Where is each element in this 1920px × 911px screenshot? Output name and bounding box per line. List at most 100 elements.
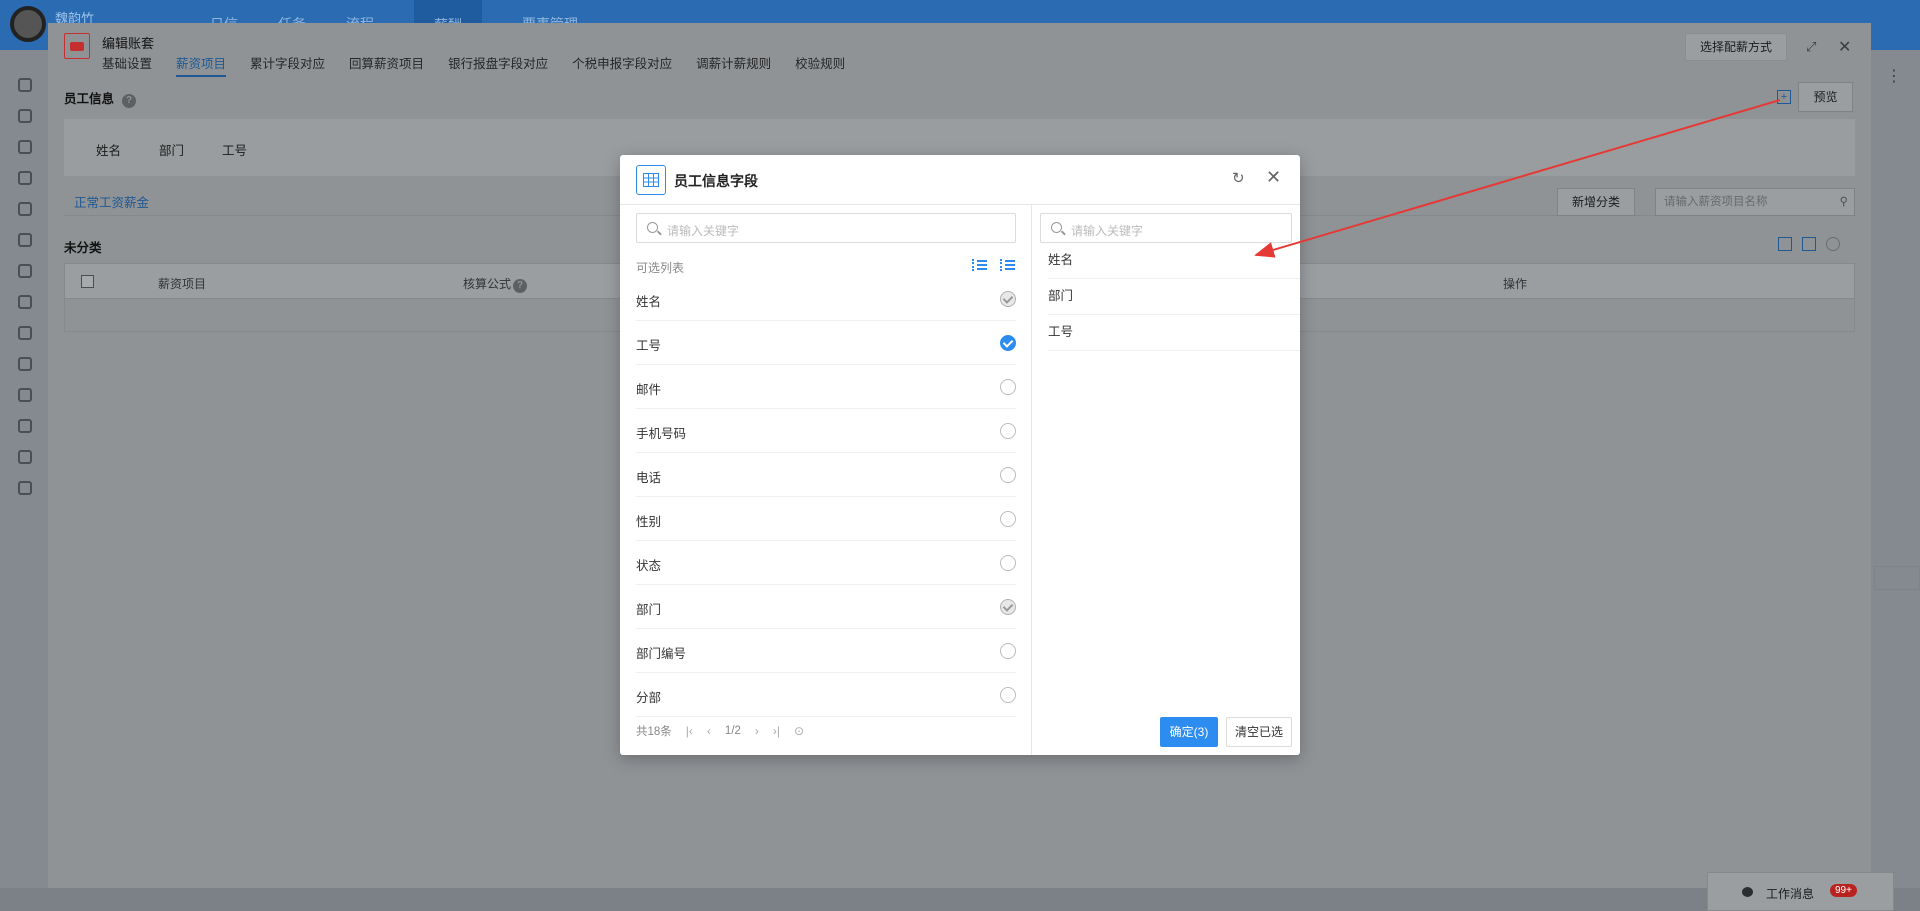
sidebar-icon[interactable] [18,264,32,278]
preview-button[interactable]: 预览 [1798,82,1853,112]
chat-label: 工作消息 [1766,887,1815,901]
group-tools [1778,237,1840,251]
list-item-label: 部门 [636,603,662,617]
side-button[interactable] [1874,566,1920,590]
item-radio-check[interactable] [1000,335,1016,351]
list-item[interactable]: 电话 [636,453,1016,497]
list-item-label: 工号 [636,339,662,353]
total-count: 共18条 [636,726,672,738]
salary-item-search[interactable]: 请输入薪资项目名称 ⚲ [1655,188,1855,216]
item-radio-check[interactable] [1000,291,1016,307]
new-category-button[interactable]: 新增分类 [1557,188,1636,216]
page-indicator: 1/2 [724,725,741,737]
col-salary-item: 薪资项目 [158,277,207,291]
sidebar-icon[interactable] [18,481,32,495]
item-radio-check[interactable] [1000,379,1016,395]
employee-column: 工号 [222,144,248,158]
col-formula: 核算公式? [463,275,528,293]
refresh-icon[interactable]: ↻ [1232,169,1245,187]
item-radio-check[interactable] [1000,643,1016,659]
item-radio-check[interactable] [1000,555,1016,571]
list-item[interactable]: 状态 [636,541,1016,585]
list-item[interactable]: 部门编号 [636,629,1016,673]
sidebar-icon[interactable] [18,171,32,185]
prev-page-icon[interactable]: ‹ [707,724,711,738]
expand-icon[interactable]: ⤢ [1806,39,1816,55]
sidebar-icon[interactable] [18,450,32,464]
sidebar-icon[interactable] [18,388,32,402]
collapse-icon[interactable] [1826,237,1840,251]
available-list-pane: 请输入关键字 可选列表 姓名 工号 邮件 手机号码 电话 性别 状态 部门 部门编号 分部 共18… [620,205,1032,755]
last-page-icon[interactable]: ›| [773,724,780,738]
list-item-label: 电话 [636,471,662,485]
tab-salary-items[interactable]: 薪资项目 [176,53,227,77]
employee-column: 部门 [159,144,185,158]
more-icon[interactable]: ⋮ [1886,66,1902,86]
sidebar [18,78,32,495]
employee-column: 姓名 [96,144,122,158]
tab-backcalc[interactable]: 回算薪资项目 [349,53,424,77]
selected-list-pane: 请输入关键字 姓名 部门 工号 确定(3) 清空已选 [1032,205,1300,755]
close-icon[interactable]: ✕ [1838,37,1851,57]
list-item[interactable]: 邮件 [636,365,1016,409]
item-radio-check[interactable] [1000,599,1016,615]
search-icon[interactable]: ⚲ [1840,189,1848,215]
tab-tax[interactable]: 个税申报字段对应 [572,53,672,77]
sidebar-icon[interactable] [18,357,32,371]
add-icon[interactable] [1802,237,1816,251]
pagination: 共18条 |‹ ‹ 1/2 › ›| ⊙ [636,723,804,739]
list-tools [972,259,1015,271]
confirm-button[interactable]: 确定(3) [1160,717,1218,747]
selected-item[interactable]: 工号 [1048,307,1300,351]
help-icon[interactable]: ? [513,279,528,293]
list-item[interactable]: 工号 [636,321,1016,365]
close-icon[interactable]: ✕ [1266,167,1281,188]
sidebar-icon[interactable] [18,326,32,340]
list-item[interactable]: 分部 [636,673,1016,717]
copy-icon[interactable] [1778,237,1792,251]
list-item[interactable]: 部门 [636,585,1016,629]
table-icon [636,165,666,195]
item-radio-check[interactable] [1000,423,1016,439]
clear-selected-button[interactable]: 清空已选 [1226,717,1292,747]
sidebar-icon[interactable] [18,202,32,216]
list-item[interactable]: 姓名 [636,277,1016,321]
tab-validate[interactable]: 校验规则 [795,53,845,77]
list-item-label: 手机号码 [636,427,687,441]
list-item[interactable]: 手机号码 [636,409,1016,453]
sidebar-icon[interactable] [18,78,32,92]
sidebar-icon[interactable] [18,109,32,123]
tab-accumulated[interactable]: 累计字段对应 [250,53,325,77]
tab-bank[interactable]: 银行报盘字段对应 [448,53,548,77]
tab-adjust[interactable]: 调薪计薪规则 [696,53,771,77]
tab-basic[interactable]: 基础设置 [102,53,152,77]
col-actions: 操作 [1503,277,1528,291]
work-message-bar[interactable]: 工作消息 99+ [1707,872,1894,911]
item-radio-check[interactable] [1000,467,1016,483]
list-item-label: 状态 [636,559,662,573]
item-radio-check[interactable] [1000,511,1016,527]
goto-page-icon[interactable]: ⊙ [794,724,804,738]
help-icon[interactable]: ? [122,94,137,108]
search-icon [1051,222,1062,233]
tab-normal-salary[interactable]: 正常工资薪金 [74,192,149,211]
sidebar-icon[interactable] [18,295,32,309]
sidebar-icon[interactable] [18,233,32,247]
left-search-input[interactable]: 请输入关键字 [636,213,1016,243]
item-radio-check[interactable] [1000,687,1016,703]
select-scheme-button[interactable]: 选择配薪方式 [1685,33,1788,61]
sidebar-icon[interactable] [18,140,32,154]
message-count-badge: 99+ [1830,884,1857,897]
list-view-icon[interactable] [1000,259,1015,271]
sidebar-icon[interactable] [18,419,32,433]
first-page-icon[interactable]: |‹ [686,724,693,738]
account-icon [64,33,90,59]
bottom-strip [0,888,1920,911]
select-all-icon[interactable] [972,259,987,271]
select-all-checkbox[interactable] [81,275,94,288]
dialog-header: 员工信息字段 ↻ ✕ [620,155,1300,205]
add-field-icon[interactable]: + [1777,90,1791,104]
list-item[interactable]: 性别 [636,497,1016,541]
next-page-icon[interactable]: › [755,724,759,738]
dialog-title: 员工信息字段 [674,173,758,189]
